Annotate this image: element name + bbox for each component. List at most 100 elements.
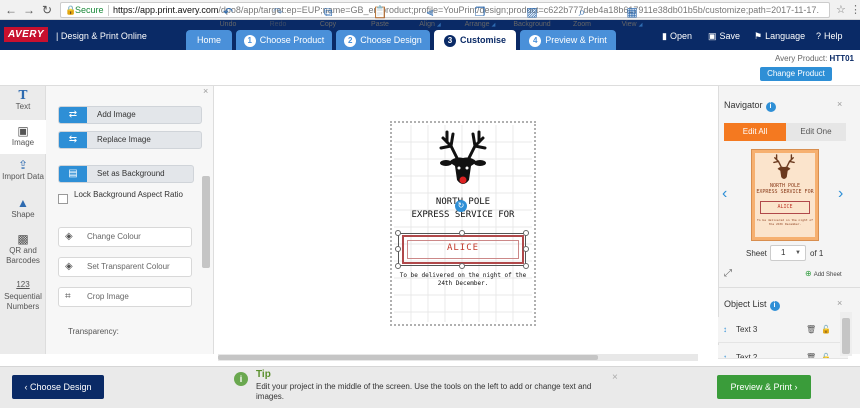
arrange-button[interactable]: ❐ Arrange ◢ bbox=[460, 4, 500, 30]
choose-design-button[interactable]: ‹ Choose Design bbox=[12, 375, 104, 399]
rail-item-text[interactable]: T Text bbox=[0, 88, 46, 118]
zoom-button[interactable]: ⌕ Zoom bbox=[562, 4, 602, 30]
change-colour-button[interactable]: ◈ Change Colour bbox=[58, 227, 192, 247]
object-row[interactable]: ↕ Text 2 🗑 🔓 bbox=[718, 345, 848, 359]
design-text-deliver[interactable]: To be delivered on the night of the 24th… bbox=[392, 272, 534, 288]
open-icon: ▮ bbox=[662, 31, 667, 41]
paste-icon: 📋 bbox=[372, 5, 388, 19]
selection-box[interactable] bbox=[398, 233, 526, 266]
language-label: Language bbox=[765, 31, 806, 41]
canvas-hscroll-thumb[interactable] bbox=[218, 355, 598, 360]
change-colour-label: Change Colour bbox=[87, 232, 141, 241]
lock-icon[interactable]: 🔓 bbox=[821, 345, 831, 358]
crop-image-button[interactable]: ⌗ Crop Image bbox=[58, 287, 192, 307]
change-product-button[interactable]: Change Product bbox=[760, 67, 832, 81]
rail-item-qr-barcodes[interactable]: ▩ QR and Barcodes bbox=[0, 232, 46, 268]
back-icon[interactable]: ← bbox=[4, 3, 18, 17]
expand-icon[interactable]: ⤢ bbox=[724, 268, 732, 279]
undo-button[interactable]: ↶ Undo bbox=[208, 4, 248, 30]
tab-label: Choose Product bbox=[259, 35, 325, 45]
open-label: Open bbox=[669, 31, 692, 41]
object-row[interactable]: ↕ Text 3 🗑 🔓 bbox=[718, 317, 848, 343]
chevron-right-icon: › bbox=[792, 382, 798, 392]
language-button[interactable]: ⚑ Language bbox=[754, 30, 805, 42]
tip-close-icon[interactable]: × bbox=[612, 372, 618, 383]
background-icon: ▨ bbox=[526, 5, 538, 19]
rail-item-import-data[interactable]: ⇪ Import Data bbox=[0, 158, 46, 188]
sheet-select[interactable]: 1 ▼ bbox=[770, 245, 806, 261]
dropdown-arrow-icon: ◢ bbox=[638, 22, 643, 28]
resize-handle[interactable] bbox=[395, 263, 401, 269]
edit-one-button[interactable]: Edit One bbox=[786, 123, 846, 141]
avery-logo[interactable]: AVERY bbox=[4, 27, 48, 42]
background-label: Background bbox=[513, 21, 551, 28]
background-button[interactable]: ▨ Background bbox=[510, 4, 554, 30]
rotate-handle-icon[interactable]: ↻ bbox=[455, 200, 467, 212]
lock-background-checkbox[interactable] bbox=[58, 194, 68, 204]
replace-image-button[interactable]: ⇆ Replace Image bbox=[58, 131, 202, 149]
undo-icon: ↶ bbox=[222, 5, 234, 19]
toolbar bbox=[0, 50, 860, 86]
rail-label: Shape bbox=[11, 210, 35, 219]
bookmark-star-icon[interactable]: ☆ bbox=[836, 3, 846, 17]
save-button[interactable]: ▣ Save bbox=[708, 30, 740, 42]
reindeer-image[interactable] bbox=[437, 128, 489, 188]
browser-menu-icon[interactable]: ⋮ bbox=[850, 3, 860, 17]
tab-preview-print[interactable]: 4 Preview & Print bbox=[520, 30, 616, 50]
resize-handle[interactable] bbox=[459, 230, 465, 236]
rail-item-sequential-numbers[interactable]: 123 Sequential Numbers bbox=[0, 278, 46, 314]
zoom-icon: ⌕ bbox=[578, 5, 586, 19]
step-number: 4 bbox=[529, 35, 542, 47]
add-sheet-button[interactable]: ⊕ Add Sheet bbox=[805, 269, 842, 280]
panel-close-icon[interactable]: × bbox=[203, 86, 208, 96]
info-icon[interactable]: i bbox=[769, 301, 780, 311]
align-text: Align bbox=[419, 21, 435, 28]
tab-choose-design[interactable]: 2 Choose Design bbox=[336, 30, 430, 50]
drag-handle-icon[interactable]: ↕ bbox=[723, 345, 727, 358]
tab-choose-product[interactable]: 1 Choose Product bbox=[236, 30, 332, 50]
paste-button[interactable]: 📋 Paste bbox=[360, 4, 400, 30]
lock-icon[interactable]: 🔓 bbox=[821, 317, 831, 343]
set-transparent-colour-button[interactable]: ◈ Set Transparent Colour bbox=[58, 257, 192, 277]
resize-handle[interactable] bbox=[523, 230, 529, 236]
rail-item-shape[interactable]: ▲ Shape bbox=[0, 196, 46, 224]
trash-icon[interactable]: 🗑 bbox=[806, 345, 816, 358]
resize-handle[interactable] bbox=[523, 263, 529, 269]
preview-print-button[interactable]: Preview & Print › bbox=[717, 375, 811, 399]
navigator-title: Navigator bbox=[724, 100, 763, 110]
drag-handle-icon[interactable]: ↕ bbox=[723, 317, 727, 343]
set-transparent-label: Set Transparent Colour bbox=[87, 262, 170, 271]
resize-handle[interactable] bbox=[523, 246, 529, 252]
forward-icon[interactable]: → bbox=[22, 3, 36, 17]
help-button[interactable]: ? Help bbox=[816, 30, 843, 42]
trash-icon[interactable]: 🗑 bbox=[806, 317, 816, 343]
sheet-select-value: 1 bbox=[781, 248, 786, 257]
object-list-scrollbar[interactable] bbox=[842, 318, 850, 354]
resize-handle[interactable] bbox=[459, 263, 465, 269]
view-label: View ◢ bbox=[612, 20, 652, 30]
zoom-label: Zoom bbox=[573, 21, 591, 28]
tab-customise[interactable]: 3 Customise bbox=[434, 30, 516, 50]
view-button[interactable]: ▦ View ◢ bbox=[612, 4, 652, 30]
save-label: Save bbox=[719, 31, 741, 41]
copy-button[interactable]: ⧉ Copy bbox=[308, 4, 348, 30]
reload-icon[interactable]: ↻ bbox=[40, 3, 54, 17]
navigator-close-icon[interactable]: × bbox=[837, 99, 842, 109]
info-icon[interactable]: i bbox=[765, 102, 776, 112]
prev-sheet-icon[interactable]: ‹ bbox=[722, 186, 727, 202]
panel-scrollbar[interactable] bbox=[202, 176, 210, 268]
open-button[interactable]: ▮ Open bbox=[662, 30, 692, 42]
numbers-icon: 123 bbox=[16, 280, 30, 289]
rail-item-image[interactable]: ▣ Image bbox=[0, 120, 46, 154]
tab-home[interactable]: Home bbox=[186, 30, 232, 50]
resize-handle[interactable] bbox=[395, 230, 401, 236]
add-image-button[interactable]: ⇄ Add Image bbox=[58, 106, 202, 124]
redo-button[interactable]: ↷ Redo bbox=[258, 4, 298, 30]
edit-all-button[interactable]: Edit All bbox=[724, 123, 786, 141]
set-background-button[interactable]: ▤ Set as Background bbox=[58, 165, 194, 183]
next-sheet-icon[interactable]: › bbox=[838, 186, 843, 202]
align-button[interactable]: ⫷ Align ◢ bbox=[410, 4, 450, 30]
object-list-close-icon[interactable]: × bbox=[837, 298, 842, 308]
resize-handle[interactable] bbox=[395, 246, 401, 252]
sheet-count: of 1 bbox=[810, 249, 824, 258]
